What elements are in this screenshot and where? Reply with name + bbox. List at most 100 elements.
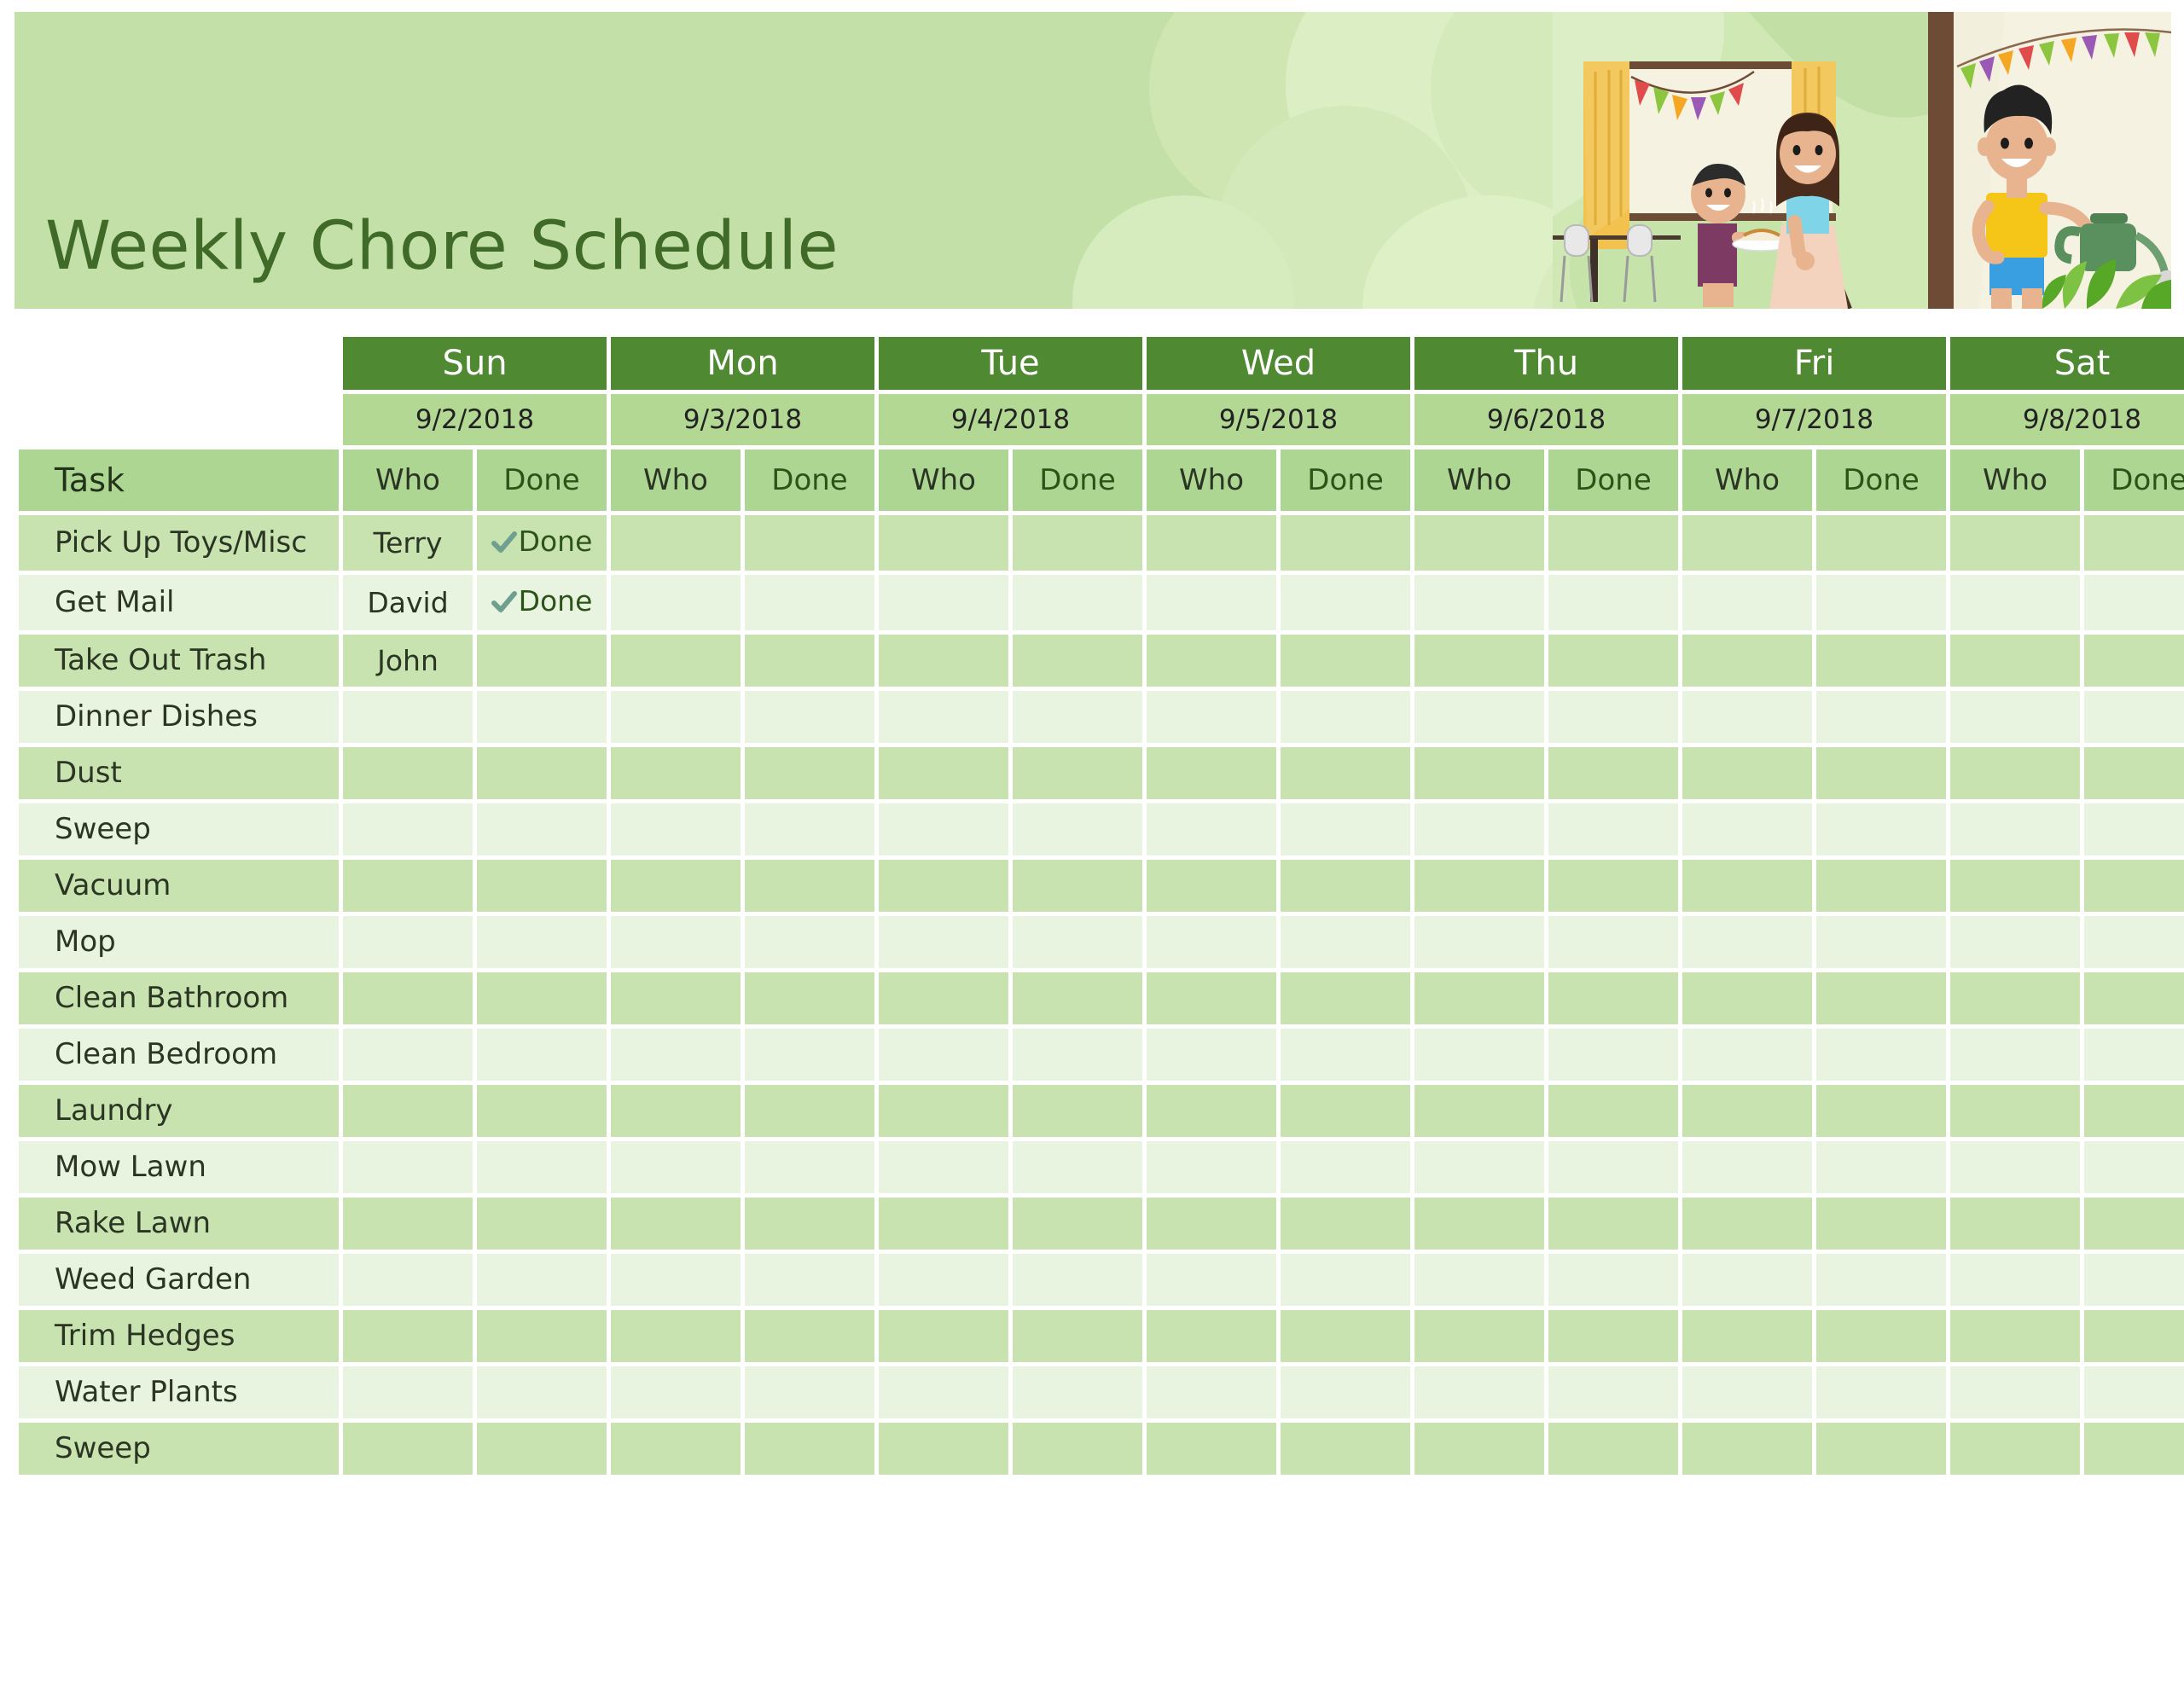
done-cell-thu[interactable] — [1548, 1141, 1679, 1193]
done-cell-sat[interactable] — [2084, 515, 2184, 571]
done-cell-sun[interactable] — [477, 1423, 607, 1475]
who-cell-sun[interactable] — [343, 1141, 473, 1193]
done-cell-sat[interactable] — [2084, 860, 2184, 912]
done-cell-mon[interactable] — [745, 575, 874, 630]
task-name-cell[interactable]: Mop — [19, 916, 339, 968]
who-cell-tue[interactable] — [879, 635, 1008, 687]
done-cell-fri[interactable] — [1816, 1085, 1947, 1137]
done-cell-fri[interactable] — [1816, 1029, 1947, 1081]
who-cell-thu[interactable] — [1414, 747, 1545, 799]
who-cell-thu[interactable] — [1414, 515, 1545, 571]
task-name-cell[interactable]: Vacuum — [19, 860, 339, 912]
done-cell-thu[interactable] — [1548, 1029, 1679, 1081]
who-cell-mon[interactable] — [611, 1029, 741, 1081]
who-cell-sat[interactable] — [1950, 747, 2081, 799]
done-cell-wed[interactable] — [1281, 860, 1411, 912]
done-cell-tue[interactable] — [1013, 747, 1143, 799]
who-cell-tue[interactable] — [879, 747, 1008, 799]
who-cell-thu[interactable] — [1414, 1254, 1545, 1306]
done-cell-thu[interactable] — [1548, 803, 1679, 856]
done-cell-fri[interactable] — [1816, 803, 1947, 856]
who-cell-mon[interactable] — [611, 1198, 741, 1250]
who-cell-tue[interactable] — [879, 1366, 1008, 1418]
who-cell-tue[interactable] — [879, 1254, 1008, 1306]
who-cell-sat[interactable] — [1950, 1366, 2081, 1418]
who-cell-fri[interactable] — [1682, 635, 1813, 687]
done-cell-sat[interactable] — [2084, 635, 2184, 687]
done-cell-thu[interactable] — [1548, 916, 1679, 968]
who-cell-thu[interactable] — [1414, 1198, 1545, 1250]
who-cell-tue[interactable] — [879, 916, 1008, 968]
who-cell-wed[interactable] — [1147, 1310, 1277, 1362]
who-cell-mon[interactable] — [611, 803, 741, 856]
done-cell-sun[interactable] — [477, 1310, 607, 1362]
done-cell-thu[interactable] — [1548, 575, 1679, 630]
who-cell-fri[interactable] — [1682, 1254, 1813, 1306]
who-cell-sat[interactable] — [1950, 1254, 2081, 1306]
who-cell-tue[interactable] — [879, 1141, 1008, 1193]
done-cell-sun[interactable] — [477, 1029, 607, 1081]
who-cell-mon[interactable] — [611, 1310, 741, 1362]
who-cell-wed[interactable] — [1147, 1141, 1277, 1193]
done-cell-mon[interactable] — [745, 747, 874, 799]
who-cell-sat[interactable] — [1950, 803, 2081, 856]
who-cell-mon[interactable] — [611, 972, 741, 1024]
done-cell-sun[interactable] — [477, 1366, 607, 1418]
who-cell-sun[interactable]: John — [343, 635, 473, 687]
who-cell-fri[interactable] — [1682, 1141, 1813, 1193]
done-cell-thu[interactable] — [1548, 515, 1679, 571]
done-cell-mon[interactable] — [745, 515, 874, 571]
done-cell-sun[interactable]: Done — [477, 515, 607, 571]
who-cell-wed[interactable] — [1147, 1254, 1277, 1306]
done-cell-mon[interactable] — [745, 1310, 874, 1362]
done-cell-sat[interactable] — [2084, 1029, 2184, 1081]
done-cell-tue[interactable] — [1013, 1029, 1143, 1081]
done-cell-tue[interactable] — [1013, 635, 1143, 687]
done-cell-sat[interactable] — [2084, 1423, 2184, 1475]
done-cell-fri[interactable] — [1816, 860, 1947, 912]
who-cell-wed[interactable] — [1147, 515, 1277, 571]
who-cell-mon[interactable] — [611, 1423, 741, 1475]
done-cell-sun[interactable] — [477, 916, 607, 968]
done-cell-tue[interactable] — [1013, 916, 1143, 968]
who-cell-tue[interactable] — [879, 1423, 1008, 1475]
done-cell-wed[interactable] — [1281, 1029, 1411, 1081]
who-cell-sun[interactable]: Terry — [343, 515, 473, 571]
who-cell-sun[interactable]: David — [343, 575, 473, 630]
who-cell-wed[interactable] — [1147, 1029, 1277, 1081]
done-cell-wed[interactable] — [1281, 635, 1411, 687]
who-cell-wed[interactable] — [1147, 1423, 1277, 1475]
who-cell-sun[interactable] — [343, 1366, 473, 1418]
task-name-cell[interactable]: Clean Bathroom — [19, 972, 339, 1024]
who-cell-wed[interactable] — [1147, 1198, 1277, 1250]
done-cell-mon[interactable] — [745, 635, 874, 687]
who-cell-sat[interactable] — [1950, 1029, 2081, 1081]
who-cell-sat[interactable] — [1950, 635, 2081, 687]
done-cell-mon[interactable] — [745, 1423, 874, 1475]
who-cell-mon[interactable] — [611, 635, 741, 687]
done-cell-fri[interactable] — [1816, 1423, 1947, 1475]
who-cell-fri[interactable] — [1682, 916, 1813, 968]
done-cell-wed[interactable] — [1281, 515, 1411, 571]
who-cell-mon[interactable] — [611, 916, 741, 968]
done-cell-tue[interactable] — [1013, 1085, 1143, 1137]
done-cell-tue[interactable] — [1013, 691, 1143, 743]
who-cell-wed[interactable] — [1147, 860, 1277, 912]
done-cell-wed[interactable] — [1281, 1141, 1411, 1193]
done-cell-mon[interactable] — [745, 1029, 874, 1081]
who-cell-thu[interactable] — [1414, 803, 1545, 856]
done-cell-wed[interactable] — [1281, 916, 1411, 968]
done-cell-sat[interactable] — [2084, 1141, 2184, 1193]
who-cell-mon[interactable] — [611, 575, 741, 630]
task-name-cell[interactable]: Get Mail — [19, 575, 339, 630]
done-cell-sat[interactable] — [2084, 1310, 2184, 1362]
done-cell-thu[interactable] — [1548, 1085, 1679, 1137]
done-cell-tue[interactable] — [1013, 803, 1143, 856]
who-cell-mon[interactable] — [611, 515, 741, 571]
who-cell-wed[interactable] — [1147, 916, 1277, 968]
done-cell-wed[interactable] — [1281, 803, 1411, 856]
done-cell-mon[interactable] — [745, 691, 874, 743]
done-cell-fri[interactable] — [1816, 1141, 1947, 1193]
who-cell-fri[interactable] — [1682, 1198, 1813, 1250]
who-cell-sun[interactable] — [343, 1198, 473, 1250]
